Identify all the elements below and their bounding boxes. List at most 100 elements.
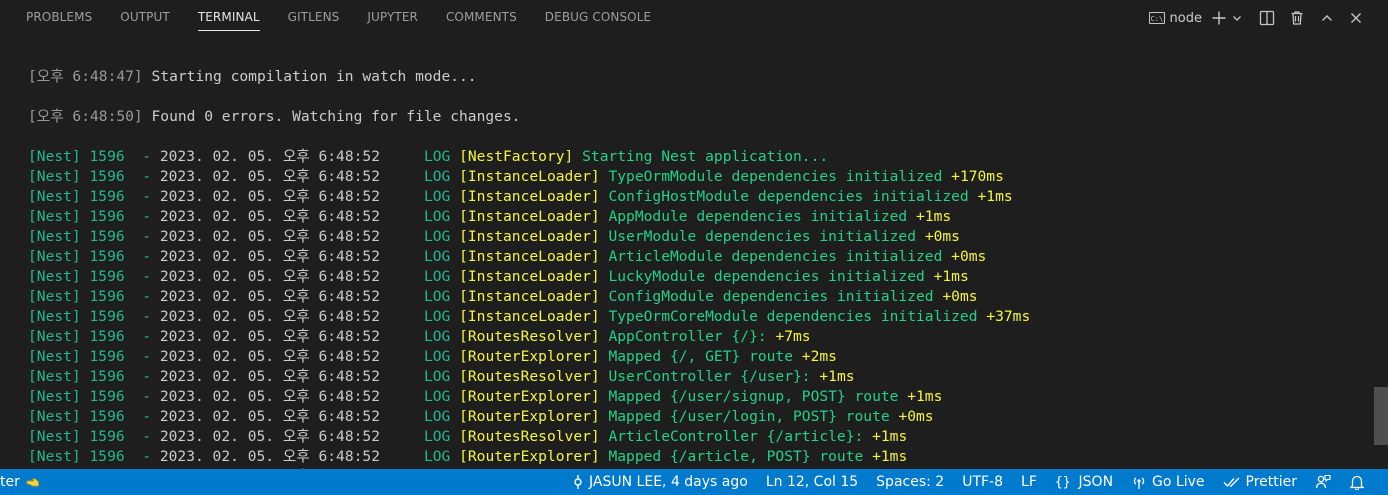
language-mode-item[interactable]: {} JSON — [1046, 469, 1122, 495]
log-elapsed: +2ms — [801, 348, 837, 365]
log-line: [Nest] 1596 - 2023. 02. 05. 오후 6:48:52 L… — [28, 167, 1030, 187]
info-timestamp: [오후 6:48:50] — [28, 108, 143, 125]
log-timestamp: 2023. 02. 05. 오후 6:48:52 — [159, 368, 380, 385]
log-separator: - — [142, 428, 152, 445]
log-timestamp: 2023. 02. 05. 오후 6:48:52 — [159, 268, 380, 285]
log-pid: 1596 — [89, 168, 125, 185]
log-separator: - — [142, 408, 152, 425]
log-message: Starting Nest application... — [582, 148, 829, 165]
feedback-item[interactable] — [1306, 469, 1340, 495]
tab-output[interactable]: OUTPUT — [106, 0, 184, 36]
notifications-item[interactable] — [1340, 469, 1374, 495]
info-line: [오후 6:48:47] Starting compilation in wat… — [28, 67, 1030, 87]
split-terminal-button[interactable] — [1252, 6, 1282, 30]
log-context: [InstanceLoader] — [459, 308, 600, 325]
log-timestamp: 2023. 02. 05. 오후 6:48:52 — [159, 448, 380, 465]
double-check-icon — [1223, 477, 1239, 488]
launch-profile-button[interactable] — [1230, 6, 1244, 30]
scrollbar-thumb[interactable] — [1374, 387, 1388, 445]
log-elapsed: +170ms — [951, 168, 1004, 185]
log-app-tag: [Nest] — [28, 348, 81, 365]
log-pid: 1596 — [89, 228, 125, 245]
log-separator: - — [142, 308, 152, 325]
tab-problems[interactable]: PROBLEMS — [12, 0, 106, 36]
new-terminal-button[interactable] — [1208, 6, 1230, 30]
statusbar-left-text: ter — [0, 474, 20, 490]
log-line: [Nest] 1596 - 2023. 02. 05. 오후 6:48:52 L… — [28, 427, 1030, 447]
log-line: [Nest] 1596 - 2023. 02. 05. 오후 6:48:52 L… — [28, 227, 1030, 247]
log-level: LOG — [423, 448, 451, 465]
log-timestamp: 2023. 02. 05. 오후 6:48:52 — [159, 428, 380, 445]
log-timestamp: 2023. 02. 05. 오후 6:48:52 — [159, 228, 380, 245]
terminal-name: node — [1169, 10, 1202, 26]
log-timestamp: 2023. 02. 05. 오후 6:48:52 — [159, 148, 380, 165]
tab-gitlens[interactable]: GITLENS — [274, 0, 354, 36]
log-pid: 1596 — [89, 248, 125, 265]
log-separator: - — [142, 328, 152, 345]
log-context: [RoutesResolver] — [459, 428, 600, 445]
terminal-selector[interactable]: C:\ node — [1147, 6, 1208, 30]
log-elapsed: +0ms — [951, 248, 987, 265]
tab-debug-console[interactable]: DEBUG CONSOLE — [531, 0, 665, 36]
kill-terminal-button[interactable] — [1282, 6, 1312, 30]
log-message: TypeOrmModule dependencies initialized — [608, 168, 943, 185]
log-timestamp: 2023. 02. 05. 오후 6:48:52 — [159, 328, 380, 345]
close-icon — [1351, 13, 1361, 23]
log-message: Mapped {/, GET} route — [608, 348, 793, 365]
log-context: [InstanceLoader] — [459, 248, 600, 265]
log-level: LOG — [423, 148, 451, 165]
log-app-tag: [Nest] — [28, 308, 81, 325]
git-blame-item[interactable]: JASUN LEE, 4 days ago — [563, 469, 757, 495]
log-pid: 1596 — [89, 288, 125, 305]
log-elapsed: +1ms — [933, 268, 969, 285]
close-panel-button[interactable] — [1342, 6, 1370, 30]
log-level: LOG — [423, 248, 451, 265]
log-message: Mapped {/user/signup, POST} route — [608, 388, 899, 405]
panel-actions: C:\ node — [1147, 0, 1370, 36]
log-line: [Nest] 1596 - 2023. 02. 05. 오후 6:48:52 L… — [28, 347, 1030, 367]
log-level: LOG — [423, 188, 451, 205]
log-timestamp: 2023. 02. 05. 오후 6:48:52 — [159, 168, 380, 185]
log-line: [Nest] 1596 - 2023. 02. 05. 오후 6:48:52 L… — [28, 247, 1030, 267]
trash-icon — [1291, 11, 1303, 25]
log-pid: 1596 — [89, 408, 125, 425]
log-elapsed: +1ms — [907, 388, 943, 405]
prettier-text: Prettier — [1245, 474, 1298, 490]
log-message: Mapped {/article, POST} route — [608, 448, 864, 465]
prettier-item[interactable]: Prettier — [1214, 469, 1307, 495]
indentation-item[interactable]: Spaces: 2 — [867, 469, 953, 495]
eol-text: LF — [1021, 474, 1037, 490]
log-app-tag: [Nest] — [28, 268, 81, 285]
log-timestamp: 2023. 02. 05. 오후 6:48:52 — [159, 308, 380, 325]
terminal-output[interactable]: [오후 6:48:47] Starting compilation in wat… — [0, 36, 1374, 469]
cursor-position-item[interactable]: Ln 12, Col 15 — [757, 469, 867, 495]
log-separator: - — [142, 188, 152, 205]
eol-item[interactable]: LF — [1012, 469, 1046, 495]
terminal-icon: C:\ — [1148, 12, 1165, 24]
log-line: [Nest] 1596 - 2023. 02. 05. 오후 6:48:52 L… — [28, 147, 1030, 167]
encoding-item[interactable]: UTF-8 — [953, 469, 1012, 495]
tab-terminal[interactable]: TERMINAL — [184, 0, 274, 36]
log-app-tag: [Nest] — [28, 248, 81, 265]
log-separator: - — [142, 148, 152, 165]
log-context: [NestFactory] — [459, 148, 574, 165]
log-line: [Nest] 1596 - 2023. 02. 05. 오후 6:48:52 L… — [28, 187, 1030, 207]
log-pid: 1596 — [89, 188, 125, 205]
info-line: [오후 6:48:50] Found 0 errors. Watching fo… — [28, 107, 1030, 127]
log-elapsed: +1ms — [916, 208, 952, 225]
tab-jupyter[interactable]: JUPYTER — [353, 0, 432, 36]
terminal-scrollbar[interactable] — [1374, 36, 1388, 469]
log-level: LOG — [423, 348, 451, 365]
log-level: LOG — [423, 168, 451, 185]
go-live-item[interactable]: Go Live — [1122, 469, 1213, 495]
log-message: UserModule dependencies initialized — [608, 228, 917, 245]
log-context: [InstanceLoader] — [459, 188, 600, 205]
log-context: [InstanceLoader] — [459, 208, 600, 225]
log-app-tag: [Nest] — [28, 288, 81, 305]
tab-comments[interactable]: COMMENTS — [432, 0, 531, 36]
encoding-text: UTF-8 — [962, 474, 1004, 490]
maximize-panel-button[interactable] — [1312, 6, 1342, 30]
statusbar-left-item[interactable]: ter — [0, 469, 51, 495]
